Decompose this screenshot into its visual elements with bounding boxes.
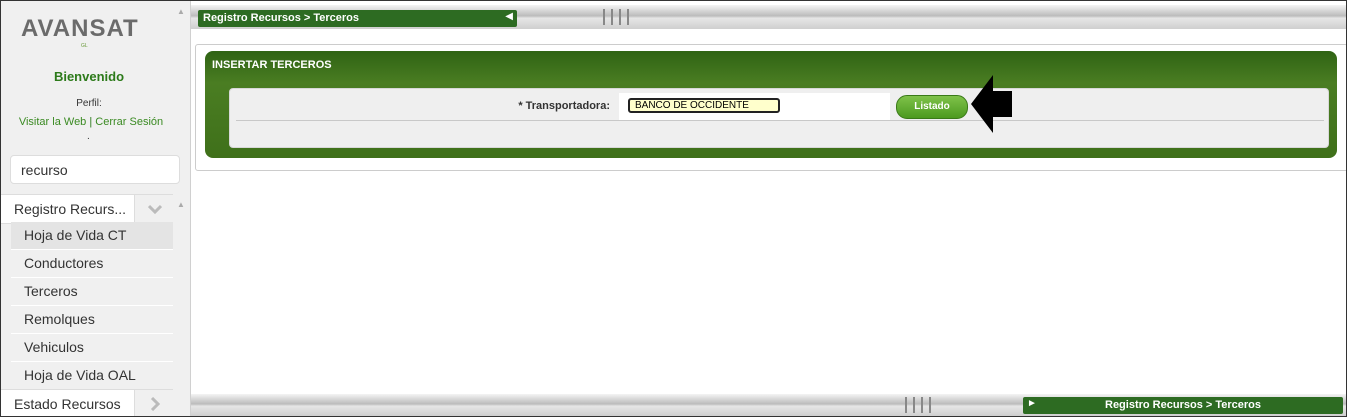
- logo-text: AVANSAT: [21, 15, 139, 42]
- menu-item-hoja-de-vida-ct[interactable]: Hoja de Vida CT: [11, 222, 173, 250]
- form-title: INSERTAR TERCEROS: [212, 59, 332, 71]
- logout-link[interactable]: Cerrar Sesión: [95, 116, 163, 128]
- form-area: * Transportadora: BANCO DE OCCIDENTE Lis…: [229, 88, 1329, 148]
- menu-item-label: Hoja de Vida OAL: [24, 367, 136, 383]
- menu-item-label: Hoja de Vida CT: [24, 227, 127, 243]
- menu-item-remolques[interactable]: Remolques: [11, 306, 173, 334]
- menu-group-label: Estado Recursos: [14, 396, 121, 412]
- visit-web-link[interactable]: Visitar la Web: [19, 116, 86, 128]
- chevron-down-icon[interactable]: [134, 195, 174, 223]
- menu-item-hoja-de-vida-oal[interactable]: Hoja de Vida OAL: [11, 362, 173, 390]
- menu-group-estado-recursos[interactable]: Estado Recursos: [1, 389, 174, 416]
- menu-search-input[interactable]: recurso: [10, 155, 180, 184]
- form-row-transportadora: * Transportadora: BANCO DE OCCIDENTE Lis…: [236, 93, 1324, 121]
- main-panel: INSERTAR TERCEROS * Transportadora: BANC…: [195, 44, 1346, 171]
- menu-item-label: Vehiculos: [24, 339, 84, 355]
- collapse-left-icon[interactable]: ◀: [505, 11, 513, 22]
- menu-scroll-up-icon[interactable]: ▲: [177, 200, 187, 209]
- menu-group-label: Registro Recurs...: [14, 201, 127, 217]
- menu-item-label: Terceros: [24, 283, 78, 299]
- welcome-text: Bienvenido: [53, 69, 125, 84]
- avansat-logo: AVANSAT GL: [21, 15, 161, 49]
- menu-item-label: Conductores: [24, 255, 104, 271]
- top-toolbar: Registro Recursos > Terceros ◀: [191, 5, 1346, 29]
- logo-subtext: GL: [81, 43, 88, 49]
- menu-item-terceros[interactable]: Terceros: [11, 278, 173, 306]
- transportadora-input[interactable]: BANCO DE OCCIDENTE: [628, 98, 780, 113]
- splitter-grip-icon[interactable]: [903, 394, 933, 416]
- breadcrumb-top[interactable]: Registro Recursos > Terceros ◀: [198, 10, 517, 27]
- pointer-arrow-icon: [971, 75, 1012, 133]
- breadcrumb-text: Registro Recursos > Terceros: [1105, 399, 1261, 411]
- sidebar-scroll-up-icon[interactable]: ▲: [177, 7, 187, 16]
- breadcrumb-text: Registro Recursos > Terceros: [203, 12, 359, 24]
- sidebar: ▲ AVANSAT GL Bienvenido Perfil: Visitar …: [1, 1, 191, 416]
- chevron-right-icon[interactable]: [134, 390, 174, 416]
- splitter-grip-icon[interactable]: [601, 6, 631, 28]
- listado-button[interactable]: Listado: [896, 95, 968, 119]
- separator-dot: .: [87, 131, 90, 142]
- menu-item-vehiculos[interactable]: Vehiculos: [11, 334, 173, 362]
- perfil-label: Perfil:: [76, 98, 102, 109]
- menu-group-registro-recursos[interactable]: Registro Recurs...: [1, 194, 174, 224]
- sidebar-links: Visitar la Web | Cerrar Sesión: [1, 116, 181, 128]
- link-separator: |: [86, 116, 96, 128]
- app-window: ▲ AVANSAT GL Bienvenido Perfil: Visitar …: [0, 0, 1347, 417]
- form-container: INSERTAR TERCEROS * Transportadora: BANC…: [205, 51, 1337, 158]
- menu-item-label: Remolques: [24, 311, 95, 327]
- breadcrumb-bottom[interactable]: ► Registro Recursos > Terceros: [1023, 397, 1343, 414]
- menu-item-conductores[interactable]: Conductores: [11, 250, 173, 278]
- transportadora-label: * Transportadora:: [518, 100, 610, 112]
- bottom-toolbar: ► Registro Recursos > Terceros: [191, 394, 1346, 416]
